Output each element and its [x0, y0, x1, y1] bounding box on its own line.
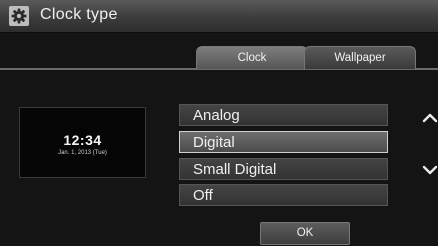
gear-icon	[9, 6, 29, 26]
page-title: Clock type	[40, 6, 118, 23]
option-off[interactable]: Off	[179, 184, 388, 206]
ok-button[interactable]: OK	[260, 222, 350, 245]
preview-date: Jan. 1, 2013 (Tue)	[58, 150, 107, 156]
tab-clock[interactable]: Clock	[196, 46, 308, 69]
option-small-digital[interactable]: Small Digital	[179, 158, 388, 180]
option-digital[interactable]: Digital	[179, 131, 388, 153]
title-bar: Clock type	[0, 0, 438, 33]
option-analog[interactable]: Analog	[179, 104, 388, 126]
chevron-down-icon[interactable]	[421, 163, 438, 177]
chevron-up-icon[interactable]	[421, 111, 438, 125]
tab-wallpaper[interactable]: Wallpaper	[304, 46, 416, 69]
preview-time: 12:34	[63, 132, 102, 148]
clock-preview: 12:34 Jan. 1, 2013 (Tue)	[19, 107, 146, 178]
